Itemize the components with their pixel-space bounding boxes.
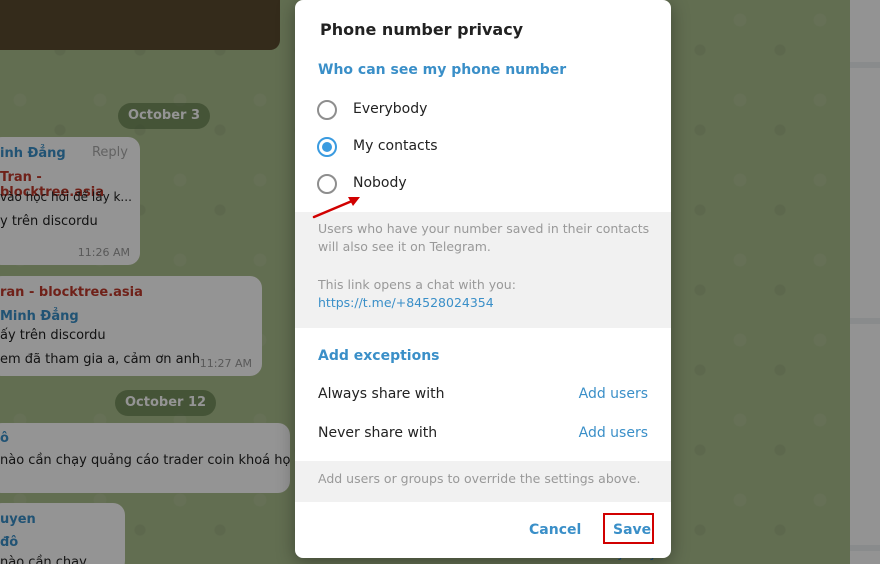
link-caption: This link opens a chat with you:	[318, 277, 516, 292]
exceptions-title: Add exceptions	[318, 348, 440, 364]
exceptions-hint-box: Add users or groups to override the sett…	[295, 461, 671, 502]
never-share-row[interactable]: Never share with Add users	[318, 423, 648, 445]
option-nobody[interactable]: Nobody	[317, 172, 657, 196]
radio-button[interactable]	[317, 174, 337, 194]
add-users-button[interactable]: Add users	[579, 425, 648, 441]
radio-button-selected[interactable]	[317, 137, 337, 157]
radio-button[interactable]	[317, 100, 337, 120]
cancel-button[interactable]: Cancel	[529, 522, 581, 538]
phone-link[interactable]: https://t.me/+84528024354	[318, 295, 494, 310]
annotation-arrow-icon	[312, 197, 360, 219]
row-label: Always share with	[318, 386, 445, 402]
row-label: Never share with	[318, 425, 438, 441]
option-everybody[interactable]: Everybody	[317, 98, 657, 122]
info-text: Users who have your number saved in thei…	[318, 221, 650, 254]
save-highlight-annotation	[603, 513, 654, 544]
option-my-contacts[interactable]: My contacts	[317, 135, 657, 159]
section-title: Who can see my phone number	[318, 62, 567, 78]
dialog-title: Phone number privacy	[320, 20, 524, 39]
always-share-row[interactable]: Always share with Add users	[318, 384, 648, 406]
option-label: My contacts	[353, 138, 438, 154]
phone-privacy-dialog: Phone number privacy Who can see my phon…	[295, 0, 671, 558]
exceptions-hint: Add users or groups to override the sett…	[318, 471, 641, 486]
option-label: Everybody	[353, 101, 428, 117]
info-box: Users who have your number saved in thei…	[295, 212, 671, 328]
option-label: Nobody	[353, 175, 407, 191]
add-users-button[interactable]: Add users	[579, 386, 648, 402]
